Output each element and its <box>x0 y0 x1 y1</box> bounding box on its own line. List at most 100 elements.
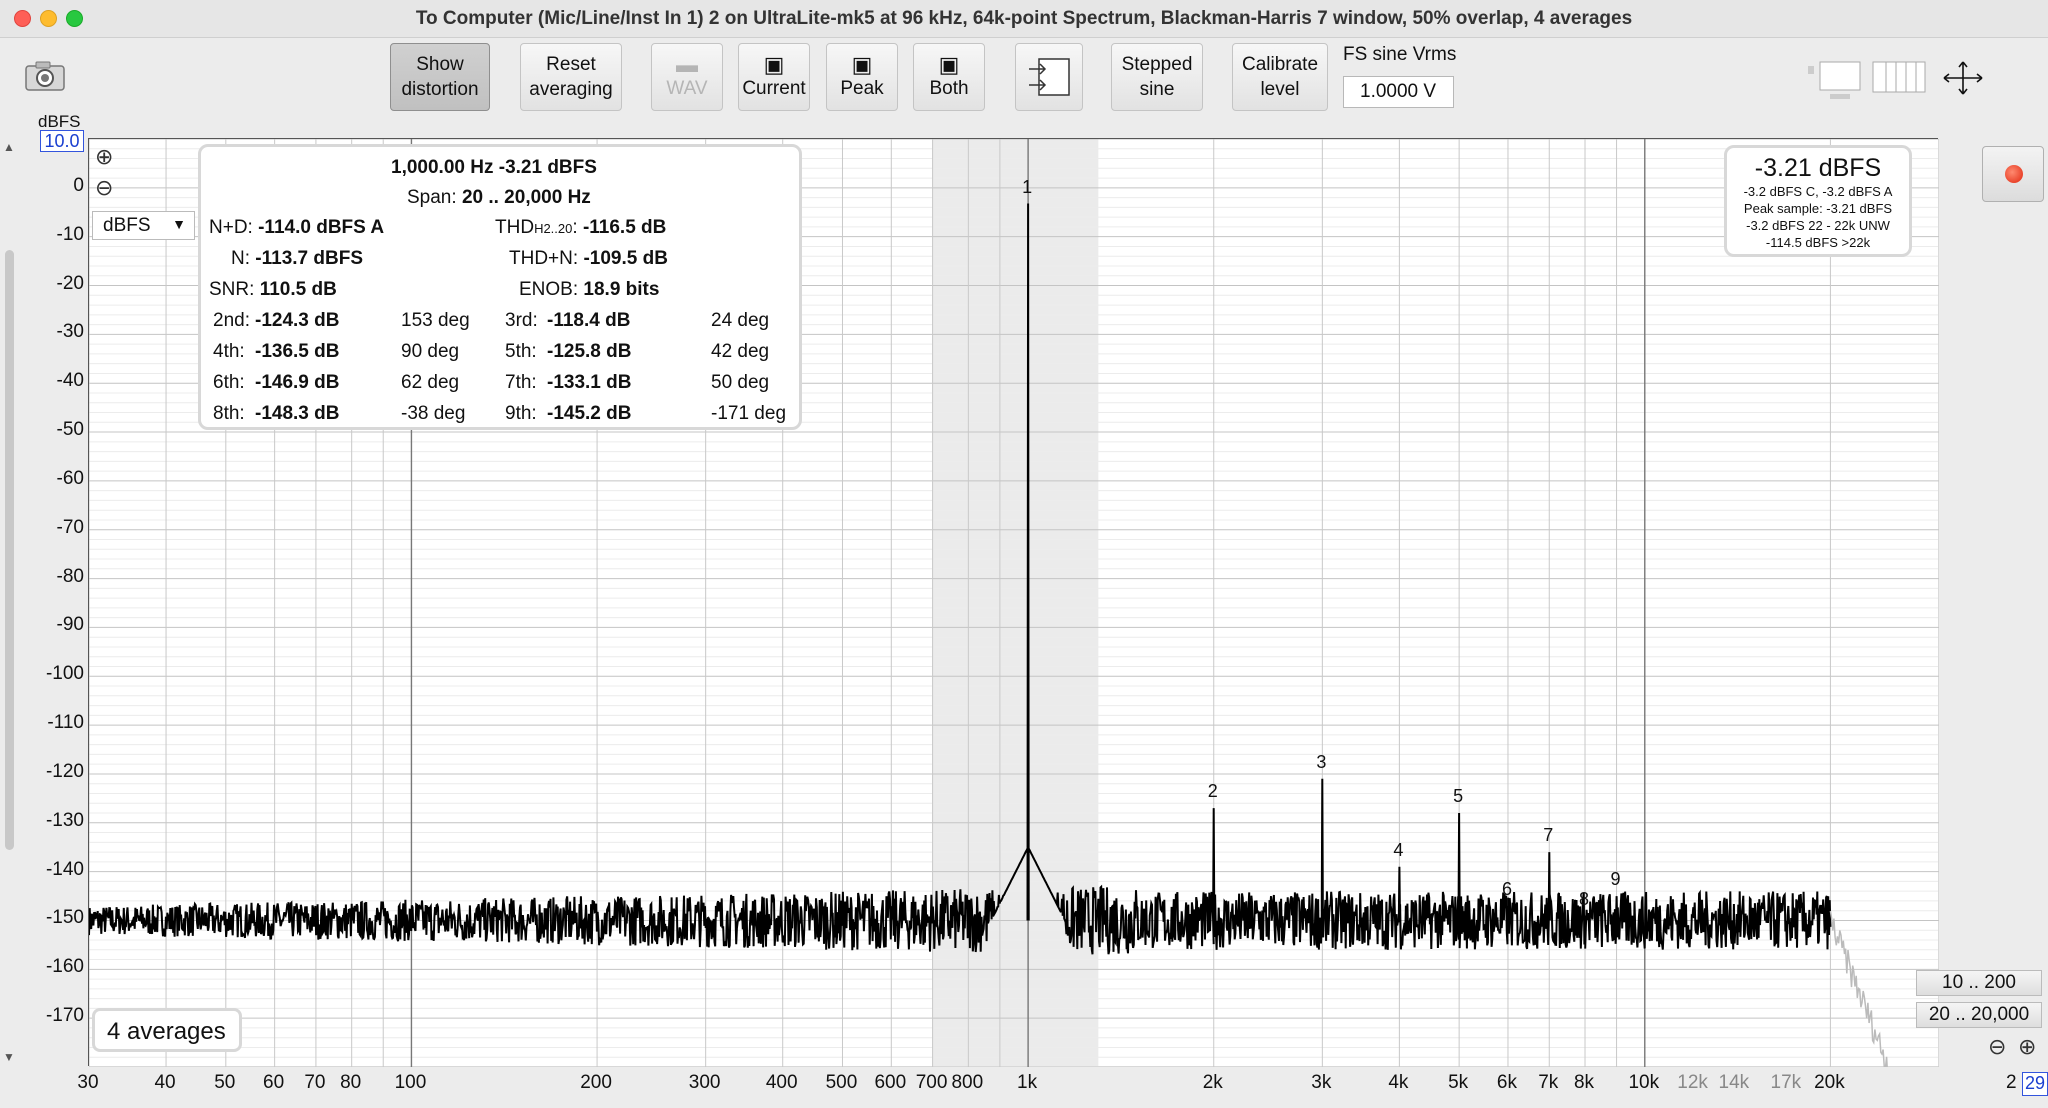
x-tick-label: 8k <box>1573 1072 1595 1093</box>
save-icon: ▣ <box>851 51 873 77</box>
harmonic-cell: 4th: <box>213 341 245 362</box>
y-tick-label: -160 <box>45 956 84 978</box>
harmonic-cell: 42 deg <box>711 341 770 362</box>
harmonic-cell: 153 deg <box>401 310 470 331</box>
x-tick-label: 3k <box>1311 1072 1332 1093</box>
level-detail: Peak sample: -3.21 dBFS <box>1743 201 1893 216</box>
export-icon <box>1029 58 1070 96</box>
x-tick-label: 4k <box>1388 1072 1409 1093</box>
save-peak-button[interactable]: ▣ Peak <box>826 43 898 111</box>
y-tick-label: -130 <box>45 809 84 831</box>
y-axis-unit: dBFS <box>38 112 81 131</box>
zoom-out-icon[interactable]: ⊖ <box>95 175 113 201</box>
harmonic-label: 7 <box>1543 825 1554 846</box>
harmonic-cell: 3rd: <box>505 310 538 331</box>
harmonic-cell: 9th: <box>505 403 537 424</box>
x-tick-label: 800 <box>951 1072 984 1093</box>
reset-averaging-button[interactable]: Reset averaging <box>520 43 622 111</box>
x-tick-label: 2k <box>1202 1072 1223 1093</box>
zoom-out-icon[interactable]: ⊖ <box>1988 1034 2006 1060</box>
x-tick-label: 200 <box>580 1072 612 1093</box>
harmonic-cell: -133.1 dB <box>547 372 632 393</box>
harmonic-label: 6 <box>1501 878 1512 899</box>
averages-badge: 4 averages <box>92 1008 242 1052</box>
x-tick-label: 400 <box>765 1072 798 1093</box>
title-bar: To Computer (Mic/Line/Inst In 1) 2 on Ul… <box>0 0 2048 38</box>
scroll-down-arrow[interactable]: ▼ <box>3 1050 15 1064</box>
harmonic-cell: 8th: <box>213 403 245 424</box>
range-20-20000-button[interactable]: 20 .. 20,000 <box>1916 1002 2042 1028</box>
show-distortion-button[interactable]: Show distortion <box>390 43 490 111</box>
harmonic-cell: 90 deg <box>401 341 460 362</box>
harmonic-cell: -148.3 dB <box>255 403 340 424</box>
x-tick-label: 17k <box>1770 1072 1802 1093</box>
harmonic-label: 5 <box>1453 786 1464 807</box>
harmonic-cell: 5th: <box>505 341 537 362</box>
chevron-down-icon: ▼ <box>172 216 186 232</box>
harmonic-cell: 2nd: <box>213 310 250 331</box>
toolbar: Show distortion Reset averaging ▬ WAV ▣ … <box>0 38 2048 138</box>
zoom-in-icon[interactable]: ⊕ <box>2018 1034 2036 1060</box>
single-view-icon[interactable] <box>1806 58 1872 108</box>
noise-readout: N: -113.7 dBFS <box>231 248 363 269</box>
level-detail: -3.2 dBFS C, -3.2 dBFS A <box>1743 184 1893 199</box>
zoom-in-icon[interactable]: ⊕ <box>95 144 113 170</box>
harmonic-cell: -124.3 dB <box>255 310 340 331</box>
thdn-readout: THD+N: -109.5 dB <box>509 248 668 269</box>
harmonic-cell: -136.5 dB <box>255 341 340 362</box>
save-current-button[interactable]: ▣ Current <box>738 43 810 111</box>
harmonic-cell: -118.4 dB <box>547 310 631 331</box>
harmonic-cell: 24 deg <box>711 310 770 331</box>
y-tick-label: -90 <box>56 614 84 636</box>
y-tick-label: -60 <box>56 467 84 489</box>
y-tick-label: -10 <box>56 223 84 245</box>
unit-select[interactable]: dBFS ▼ <box>92 211 195 240</box>
fs-sine-input[interactable]: 1.0000 V <box>1343 76 1454 108</box>
harmonic-cell: 62 deg <box>401 372 460 393</box>
x-axis-end-input[interactable]: 29 <box>2022 1072 2048 1096</box>
y-tick-label: -100 <box>45 663 84 685</box>
y-tick-label: 0 <box>73 174 84 196</box>
y-tick-label: -30 <box>56 321 84 343</box>
x-tick-label: 30 <box>77 1072 99 1093</box>
nd-readout: N+D: -114.0 dBFS A <box>209 217 385 238</box>
expand-arrows-icon[interactable] <box>1936 58 1990 98</box>
y-axis-top-input[interactable]: 10.0 <box>40 130 84 152</box>
y-tick-label: -120 <box>45 760 84 782</box>
range-10-200-button[interactable]: 10 .. 200 <box>1916 970 2042 996</box>
fs-sine-label: FS sine Vrms <box>1343 44 1457 65</box>
stepped-sine-button[interactable]: Stepped sine <box>1111 43 1203 111</box>
harmonic-cell: -38 deg <box>401 403 466 424</box>
record-button[interactable] <box>1982 146 2044 202</box>
folder-icon: ▬ <box>676 51 698 77</box>
y-tick-label: -50 <box>56 419 84 441</box>
span-readout: Span: 20 .. 20,000 Hz <box>407 187 591 208</box>
harmonic-cell: -171 deg <box>711 403 787 424</box>
harmonic-label: 9 <box>1610 869 1621 890</box>
harmonic-cell: 7th: <box>505 372 537 393</box>
y-tick-label: -170 <box>45 1005 84 1027</box>
export-button[interactable] <box>1015 43 1083 111</box>
y-tick-label: -80 <box>56 565 84 587</box>
save-icon: ▣ <box>763 51 785 77</box>
y-tick-label: -110 <box>47 712 84 734</box>
camera-icon[interactable] <box>24 60 66 92</box>
x-tick-label: 1k <box>1017 1072 1038 1093</box>
level-detail: -114.5 dBFS >22k <box>1765 235 1871 250</box>
save-both-button[interactable]: ▣ Both <box>913 43 985 111</box>
level-main: -3.21 dBFS <box>1754 154 1882 182</box>
y-tick-label: -20 <box>56 272 84 294</box>
scroll-up-arrow[interactable]: ▲ <box>3 140 15 154</box>
harmonic-cell: -125.8 dB <box>547 341 632 362</box>
y-tick-label: -40 <box>56 370 84 392</box>
x-tick-label: 14k <box>1718 1072 1750 1093</box>
wav-button[interactable]: ▬ WAV <box>651 43 723 111</box>
harmonic-label: 3 <box>1316 751 1327 772</box>
level-detail: -3.2 dBFS 22 - 22k UNW <box>1746 218 1890 233</box>
fundamental-readout: 1,000.00 Hz -3.21 dBFS <box>391 157 597 178</box>
window-title: To Computer (Mic/Line/Inst In 1) 2 on Ul… <box>415 8 1633 29</box>
enob-readout: ENOB: 18.9 bits <box>519 279 660 300</box>
harmonic-label: 1 <box>1022 176 1033 197</box>
calibrate-level-button[interactable]: Calibrate level <box>1232 43 1328 111</box>
column-view-icon[interactable] <box>1872 58 1926 94</box>
